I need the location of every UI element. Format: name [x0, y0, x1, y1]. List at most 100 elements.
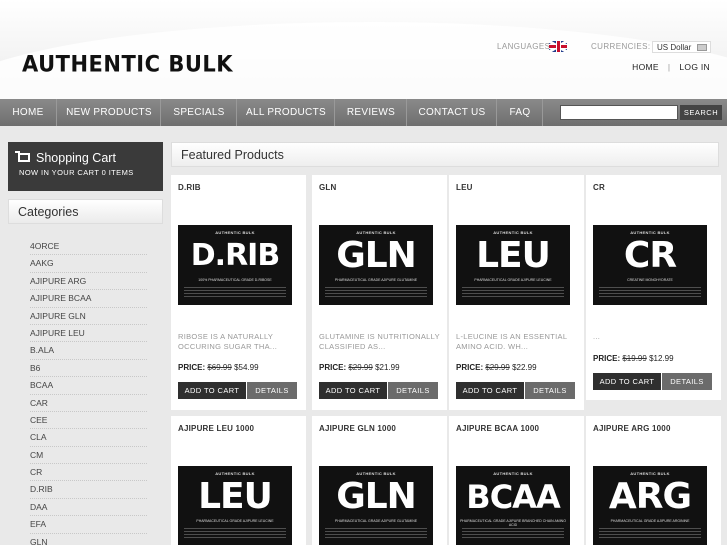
nav-faq[interactable]: FAQ — [498, 99, 542, 126]
product-description: L-LEUCINE IS AN ESSENTIAL AMINO ACID. WH… — [456, 332, 568, 351]
category-item[interactable]: AJIPURE ARG — [30, 273, 147, 291]
shopping-cart-box[interactable]: Shopping Cart NOW IN YOUR CART 0 ITEMS — [8, 142, 163, 191]
product-description: RIBOSE IS A NATURALLY OCCURING SUGAR THA… — [178, 332, 278, 351]
site-logo[interactable]: AUTHENTIC BULK — [22, 51, 233, 76]
product-card: AJIPURE LEU 1000 AUTHENTIC BULK LEU PHAR… — [171, 416, 306, 545]
product-card: AJIPURE BCAA 1000 AUTHENTIC BULK BCAA PH… — [449, 416, 584, 545]
image-brand: AUTHENTIC BULK — [215, 230, 255, 235]
category-item[interactable]: CM — [30, 447, 147, 465]
image-code: ARG — [608, 476, 692, 517]
image-fineprint — [184, 528, 286, 540]
category-item[interactable]: CR — [30, 464, 147, 482]
image-subtitle: PHARMACEUTICAL GRADE AJIPURE ARGININE — [610, 519, 690, 523]
category-item[interactable]: DAA — [30, 499, 147, 517]
currency-flag-icon — [697, 44, 707, 51]
details-button[interactable]: DETAILS — [662, 373, 712, 390]
nav-divider — [406, 99, 407, 126]
languages-label: LANGUAGES: — [497, 42, 554, 51]
product-card: GLN AUTHENTIC BULK GLN PHARMACEUTICAL GR… — [312, 175, 447, 410]
category-item[interactable]: AJIPURE GLN — [30, 308, 147, 325]
nav-contact-us[interactable]: CONTACT US — [408, 99, 496, 126]
product-name[interactable]: AJIPURE LEU 1000 — [178, 424, 254, 433]
featured-title: Featured Products — [181, 148, 284, 162]
price-label: PRICE: — [178, 363, 206, 372]
image-fineprint — [325, 528, 427, 540]
product-image[interactable]: AUTHENTIC BULK ARG PHARMACEUTICAL GRADE … — [593, 466, 707, 545]
category-item[interactable]: D.RIB — [30, 481, 147, 499]
top-links: HOME | LOG IN — [632, 62, 710, 72]
uk-flag-icon[interactable] — [549, 41, 567, 52]
site-header: AUTHENTIC BULK LANGUAGES: CURRENCIES: US… — [0, 0, 727, 99]
categories-title: Categories — [18, 205, 79, 219]
search-button[interactable]: SEARCH — [680, 105, 722, 120]
image-subtitle: 100% PHARMACEUTICAL GRADE D-RIBOSE — [198, 278, 272, 282]
product-image[interactable]: AUTHENTIC BULK BCAA PHARMACEUTICAL GRADE… — [456, 466, 570, 545]
current-price: $21.99 — [375, 363, 400, 372]
home-link[interactable]: HOME — [632, 62, 659, 72]
link-separator: | — [667, 62, 671, 72]
details-button[interactable]: DETAILS — [525, 382, 575, 399]
category-item[interactable]: 4ORCE — [30, 238, 147, 256]
category-item[interactable]: EFA — [30, 516, 147, 534]
category-item[interactable]: CAR — [30, 395, 147, 412]
product-price: PRICE: $19.99 $12.99 — [593, 354, 674, 363]
category-item[interactable]: B6 — [30, 360, 147, 378]
product-image[interactable]: AUTHENTIC BULK GLN PHARMACEUTICAL GRADE … — [319, 466, 433, 545]
categories-header: Categories — [8, 199, 163, 224]
category-item[interactable]: B.ALA — [30, 342, 147, 360]
product-name[interactable]: AJIPURE ARG 1000 — [593, 424, 671, 433]
add-to-cart-button[interactable]: ADD TO CART — [593, 373, 661, 390]
product-image[interactable]: AUTHENTIC BULK LEU PHARMACEUTICAL GRADE … — [178, 466, 292, 545]
product-name[interactable]: GLN — [319, 183, 337, 192]
image-fineprint — [462, 528, 564, 540]
category-item[interactable]: CLA — [30, 429, 147, 447]
nav-home[interactable]: HOME — [0, 99, 56, 126]
nav-divider — [160, 99, 161, 126]
price-label: PRICE: — [593, 354, 621, 363]
product-image[interactable]: AUTHENTIC BULK LEU PHARMACEUTICAL GRADE … — [456, 225, 570, 305]
add-to-cart-button[interactable]: ADD TO CART — [178, 382, 246, 399]
nav-reviews[interactable]: REVIEWS — [336, 99, 406, 126]
category-item[interactable]: AJIPURE LEU — [30, 325, 147, 343]
currency-select[interactable]: US Dollar — [652, 41, 711, 53]
category-item[interactable]: AAKG — [30, 255, 147, 273]
product-name[interactable]: LEU — [456, 183, 473, 192]
nav-specials[interactable]: SPECIALS — [162, 99, 236, 126]
product-card: CR AUTHENTIC BULK CR CREATINE MONOHYDRAT… — [586, 175, 721, 400]
nav-all-products[interactable]: ALL PRODUCTS — [238, 99, 334, 126]
details-button[interactable]: DETAILS — [247, 382, 297, 399]
nav-new-products[interactable]: NEW PRODUCTS — [58, 99, 160, 126]
product-image[interactable]: AUTHENTIC BULK D.RIB 100% PHARMACEUTICAL… — [178, 225, 292, 305]
image-fineprint — [325, 287, 427, 299]
add-to-cart-button[interactable]: ADD TO CART — [319, 382, 387, 399]
current-price: $22.99 — [512, 363, 537, 372]
price-label: PRICE: — [456, 363, 484, 372]
image-subtitle: CREATINE MONOHYDRATE — [627, 278, 673, 282]
search-input[interactable] — [560, 105, 678, 120]
image-subtitle: PHARMACEUTICAL GRADE AJIPURE GLUTAMINE — [334, 278, 418, 282]
product-price: PRICE: $69.99 $54.99 — [178, 363, 259, 372]
category-item[interactable]: BCAA — [30, 377, 147, 395]
details-button[interactable]: DETAILS — [388, 382, 438, 399]
login-link[interactable]: LOG IN — [679, 62, 710, 72]
category-item[interactable]: AJIPURE BCAA — [30, 290, 147, 308]
currencies-label: CURRENCIES: — [591, 42, 651, 51]
product-name[interactable]: AJIPURE GLN 1000 — [319, 424, 396, 433]
product-card: LEU AUTHENTIC BULK LEU PHARMACEUTICAL GR… — [449, 175, 584, 410]
image-code: GLN — [336, 476, 417, 517]
product-name[interactable]: CR — [593, 183, 605, 192]
product-image[interactable]: AUTHENTIC BULK GLN PHARMACEUTICAL GRADE … — [319, 225, 433, 305]
product-name[interactable]: D.RIB — [178, 183, 201, 192]
image-fineprint — [184, 287, 286, 299]
image-subtitle: PHARMACEUTICAL GRADE AJIPURE BRANCHED CH… — [460, 519, 566, 527]
product-image[interactable]: AUTHENTIC BULK CR CREATINE MONOHYDRATE — [593, 225, 707, 305]
category-item[interactable]: CEE — [30, 412, 147, 430]
image-fineprint — [599, 528, 701, 540]
old-price: $19.99 — [622, 354, 647, 363]
category-list: 4ORCE AAKG AJIPURE ARG AJIPURE BCAA AJIP… — [30, 238, 147, 545]
image-code: CR — [623, 235, 677, 276]
product-card: AJIPURE ARG 1000 AUTHENTIC BULK ARG PHAR… — [586, 416, 721, 545]
add-to-cart-button[interactable]: ADD TO CART — [456, 382, 524, 399]
category-item[interactable]: GLN — [30, 534, 147, 545]
product-name[interactable]: AJIPURE BCAA 1000 — [456, 424, 539, 433]
